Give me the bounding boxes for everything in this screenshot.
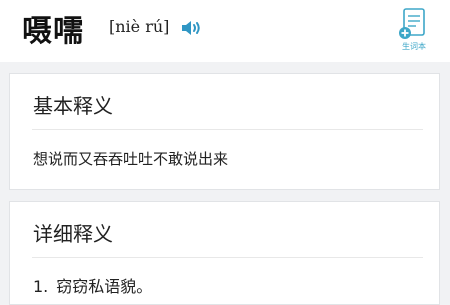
definition-item: 1. 窃窃私语貌。 [33, 273, 152, 297]
basic-definition-text: 想说而又吞吞吐吐不敢说出来 [33, 150, 229, 168]
divider [32, 257, 423, 258]
pronunciation-button[interactable] [180, 18, 204, 38]
vocab-label: 生词本 [402, 42, 426, 51]
section-title-basic: 基本释义 [33, 94, 113, 118]
basic-definition-card: 基本释义 想说而又吞吞吐吐不敢说出来 [9, 73, 440, 190]
headword: 嗫嚅 [22, 14, 84, 49]
definition-number: 1. [33, 277, 49, 296]
add-to-vocabulary-button[interactable]: 生词本 [396, 6, 432, 54]
divider [32, 129, 423, 130]
section-title-detail: 详细释义 [33, 222, 113, 246]
notebook-add-icon [399, 8, 425, 39]
definition-text: 窃窃私语貌。 [56, 277, 153, 296]
word-header: 嗫嚅 [niè rú] 生词本 [0, 0, 450, 62]
speaker-icon [182, 21, 200, 35]
pinyin: [niè rú] [109, 17, 170, 36]
detailed-definition-card: 详细释义 1. 窃窃私语貌。 [9, 201, 440, 305]
